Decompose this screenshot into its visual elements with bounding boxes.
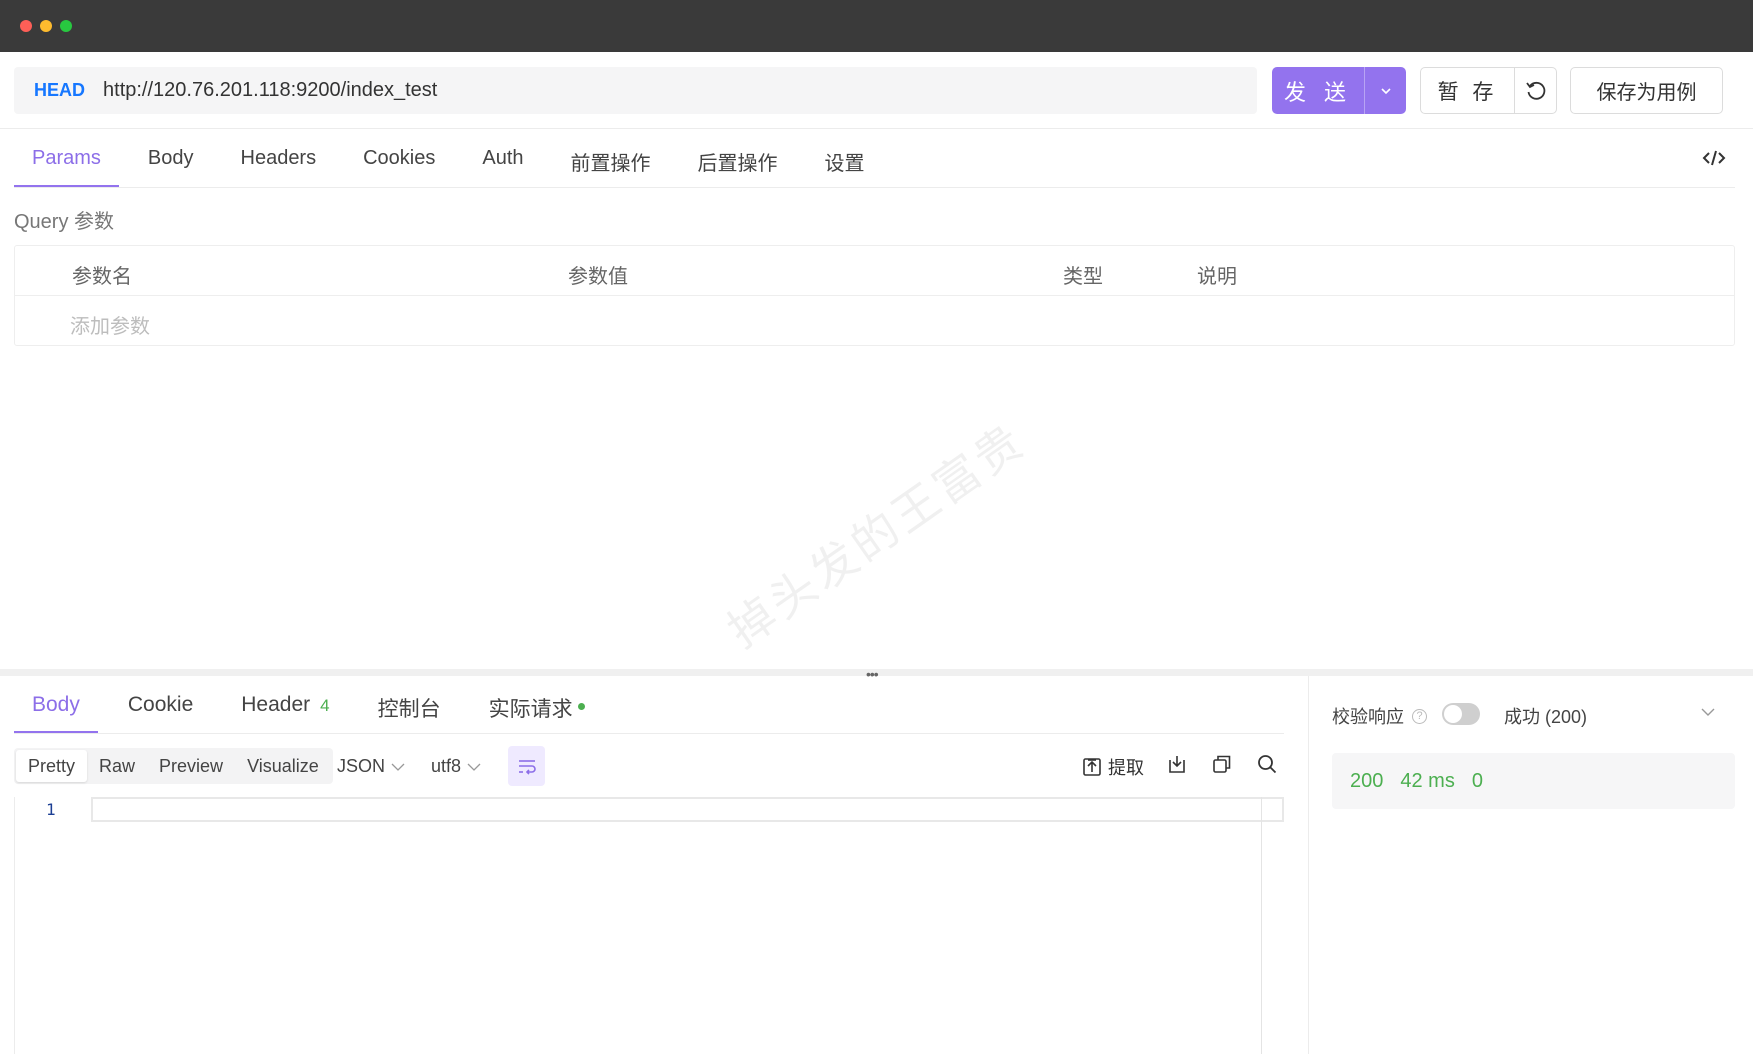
column-header-description: 说明 [1197, 266, 1237, 288]
chevron-down-icon[interactable] [1700, 705, 1716, 723]
response-editor[interactable]: 1 [14, 797, 1284, 1054]
url-input[interactable]: http://120.76.201.118:9200/index_test [103, 79, 437, 102]
divider [0, 128, 1753, 129]
close-window-button[interactable] [20, 20, 32, 32]
tab-cookies[interactable]: Cookies [345, 130, 453, 188]
view-pretty[interactable]: Pretty [16, 750, 88, 782]
view-raw[interactable]: Raw [87, 750, 147, 782]
search-button[interactable] [1257, 754, 1277, 774]
view-visualize[interactable]: Visualize [235, 750, 331, 782]
verify-label-text: 校验响应 [1332, 707, 1404, 727]
query-params-label: Query 参数 [14, 211, 115, 233]
tab-response-header[interactable]: Header 4 [223, 676, 347, 734]
tab-auth[interactable]: Auth [464, 130, 541, 188]
chevron-down-icon [391, 763, 405, 771]
window-titlebar [0, 0, 1753, 52]
editor-scrollbar-track[interactable] [1261, 797, 1262, 1054]
view-preview[interactable]: Preview [147, 750, 235, 782]
save-draft-button[interactable]: 暂 存 [1421, 68, 1515, 113]
copy-button[interactable] [1212, 754, 1232, 774]
tab-response-cookie[interactable]: Cookie [110, 676, 211, 734]
encoding-dropdown[interactable]: utf8 [431, 756, 481, 777]
help-icon[interactable]: ? [1412, 708, 1427, 724]
http-method[interactable]: HEAD [34, 80, 85, 101]
column-header-name: 参数名 [72, 266, 132, 288]
response-status-select[interactable]: 成功 (200) [1504, 703, 1587, 729]
download-icon [1169, 756, 1185, 773]
chevron-down-icon [1380, 87, 1391, 94]
response-time: 42 ms [1400, 769, 1455, 792]
divider [14, 733, 1284, 734]
divider [14, 187, 1735, 188]
search-icon [1258, 755, 1277, 774]
tab-actual-request[interactable]: 实际请求 [471, 676, 603, 734]
editor-border [14, 797, 15, 1054]
verify-response-label: 校验响应 ? [1332, 703, 1427, 729]
response-tabs: Body Cookie Header 4 控制台 实际请求 [14, 676, 615, 734]
verify-response-toggle[interactable] [1442, 703, 1480, 725]
tab-settings[interactable]: 设置 [807, 130, 883, 188]
tab-pre-actions[interactable]: 前置操作 [553, 130, 669, 188]
download-button[interactable] [1167, 754, 1187, 774]
undo-icon [1525, 81, 1545, 100]
code-icon[interactable] [1702, 148, 1726, 168]
format-dropdown[interactable]: JSON [337, 756, 405, 777]
header-count-badge: 4 [320, 696, 330, 715]
tab-label: Cookie [127, 693, 194, 716]
extract-label: 提取 [1108, 758, 1144, 778]
response-stats: 200 42 ms 0 [1332, 753, 1735, 809]
status-dot [577, 703, 585, 710]
tab-response-body[interactable]: Body [14, 676, 98, 734]
url-bar[interactable]: HEAD http://120.76.201.118:9200/index_te… [14, 67, 1257, 114]
line-number: 1 [46, 800, 56, 819]
extract-icon [1083, 758, 1101, 776]
send-button-group: 发 送 [1272, 67, 1406, 114]
tab-label: 控制台 [377, 698, 441, 721]
minimize-window-button[interactable] [40, 20, 52, 32]
status-code: 200 [1350, 769, 1384, 792]
save-as-case-button[interactable]: 保存为用例 [1570, 67, 1723, 114]
request-tabs: Params Body Headers Cookies Auth 前置操作 后置… [14, 130, 894, 188]
params-table: 参数名 参数值 类型 说明 添加参数 [14, 245, 1735, 346]
format-value: JSON [337, 756, 386, 776]
word-wrap-button[interactable] [508, 746, 545, 786]
encoding-value: utf8 [431, 756, 462, 776]
chevron-down-icon [467, 763, 481, 771]
tab-params[interactable]: Params [14, 130, 119, 188]
view-mode-selector: Pretty Raw Preview Visualize [14, 748, 333, 784]
tab-body[interactable]: Body [130, 130, 212, 188]
save-button-group: 暂 存 [1420, 67, 1557, 114]
tab-label: 实际请求 [488, 698, 573, 721]
watermark: 掉头发的王富贵 [718, 413, 1035, 658]
maximize-window-button[interactable] [60, 20, 72, 32]
send-dropdown-button[interactable] [1365, 67, 1406, 114]
add-param-placeholder[interactable]: 添加参数 [70, 310, 150, 339]
table-header: 参数名 参数值 类型 说明 [15, 246, 1734, 296]
tab-label: Body [32, 693, 80, 716]
column-header-type: 类型 [1063, 266, 1103, 288]
tab-headers[interactable]: Headers [223, 130, 335, 188]
tab-console[interactable]: 控制台 [360, 676, 459, 734]
tab-post-actions[interactable]: 后置操作 [680, 130, 796, 188]
tab-label: Header [241, 693, 311, 716]
response-size: 0 [1471, 769, 1483, 792]
current-line-highlight [91, 797, 1284, 822]
send-button[interactable]: 发 送 [1272, 67, 1365, 114]
copy-icon [1213, 755, 1231, 773]
reset-button[interactable] [1515, 68, 1556, 113]
column-header-value: 参数值 [568, 266, 628, 288]
wrap-lines-icon [518, 760, 536, 775]
drag-handle-icon[interactable]: ••• [866, 666, 879, 682]
extract-button[interactable]: 提取 [1082, 754, 1144, 780]
panel-divider [1308, 676, 1309, 1054]
add-param-row[interactable]: 添加参数 [15, 296, 1734, 346]
